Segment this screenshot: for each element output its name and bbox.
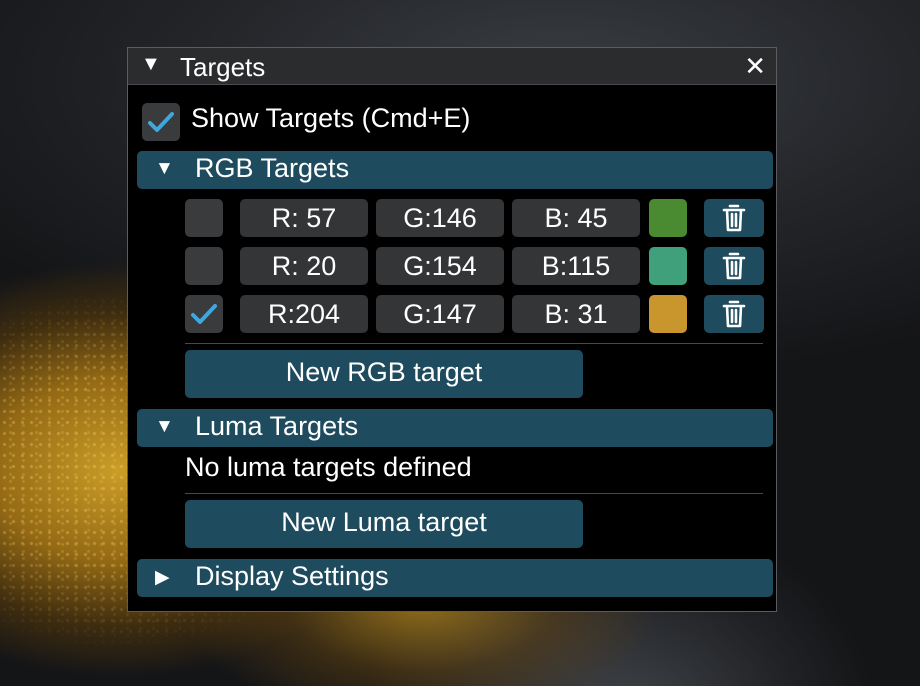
expand-triangle-icon: ▼ — [155, 416, 174, 437]
separator — [185, 493, 763, 494]
no-luma-targets-text: No luma targets defined — [185, 452, 472, 482]
expand-triangle-icon: ▼ — [155, 158, 174, 179]
luma-targets-header[interactable]: ▼ Luma Targets — [137, 409, 773, 447]
rgb-target-3-swatch[interactable] — [649, 295, 687, 333]
rgb-target-3-r[interactable]: R:204 — [240, 295, 368, 333]
collapse-triangle-icon[interactable]: ▼ — [141, 53, 161, 76]
rgb-target-1-checkbox[interactable] — [185, 199, 223, 237]
luma-targets-title: Luma Targets — [195, 411, 359, 441]
checkmark-icon — [148, 112, 174, 132]
rgb-target-2-delete-button[interactable] — [704, 247, 764, 285]
rgb-target-1-swatch[interactable] — [649, 199, 687, 237]
targets-panel: ▼ Targets ✕ Show Targets (Cmd+E) ▼ RGB T… — [127, 47, 777, 612]
display-settings-header[interactable]: ▶ Display Settings — [137, 559, 773, 597]
panel-titlebar[interactable]: ▼ Targets ✕ — [128, 48, 776, 85]
rgb-target-1-delete-button[interactable] — [704, 199, 764, 237]
separator — [185, 343, 763, 344]
rgb-target-3-checkbox[interactable] — [185, 295, 223, 333]
trash-icon — [722, 300, 746, 328]
rgb-target-1-b[interactable]: B: 45 — [512, 199, 640, 237]
panel-title: Targets — [180, 52, 266, 82]
rgb-target-1-g[interactable]: G:146 — [376, 199, 504, 237]
rgb-target-2-b[interactable]: B:115 — [512, 247, 640, 285]
rgb-target-1-r[interactable]: R: 57 — [240, 199, 368, 237]
rgb-targets-title: RGB Targets — [195, 153, 350, 183]
collapsed-triangle-icon: ▶ — [155, 567, 170, 588]
rgb-target-3-g[interactable]: G:147 — [376, 295, 504, 333]
rgb-target-2-r[interactable]: R: 20 — [240, 247, 368, 285]
show-targets-label: Show Targets (Cmd+E) — [191, 103, 471, 133]
rgb-target-2-g[interactable]: G:154 — [376, 247, 504, 285]
rgb-target-2-checkbox[interactable] — [185, 247, 223, 285]
close-icon[interactable]: ✕ — [744, 51, 766, 82]
rgb-target-2-swatch[interactable] — [649, 247, 687, 285]
trash-icon — [722, 252, 746, 280]
rgb-target-3-b[interactable]: B: 31 — [512, 295, 640, 333]
display-settings-title: Display Settings — [195, 561, 389, 591]
new-rgb-target-button[interactable]: New RGB target — [185, 350, 583, 398]
show-targets-checkbox[interactable] — [142, 103, 180, 141]
new-luma-target-button[interactable]: New Luma target — [185, 500, 583, 548]
checkmark-icon — [191, 304, 217, 324]
trash-icon — [722, 204, 746, 232]
rgb-target-3-delete-button[interactable] — [704, 295, 764, 333]
rgb-targets-header[interactable]: ▼ RGB Targets — [137, 151, 773, 189]
